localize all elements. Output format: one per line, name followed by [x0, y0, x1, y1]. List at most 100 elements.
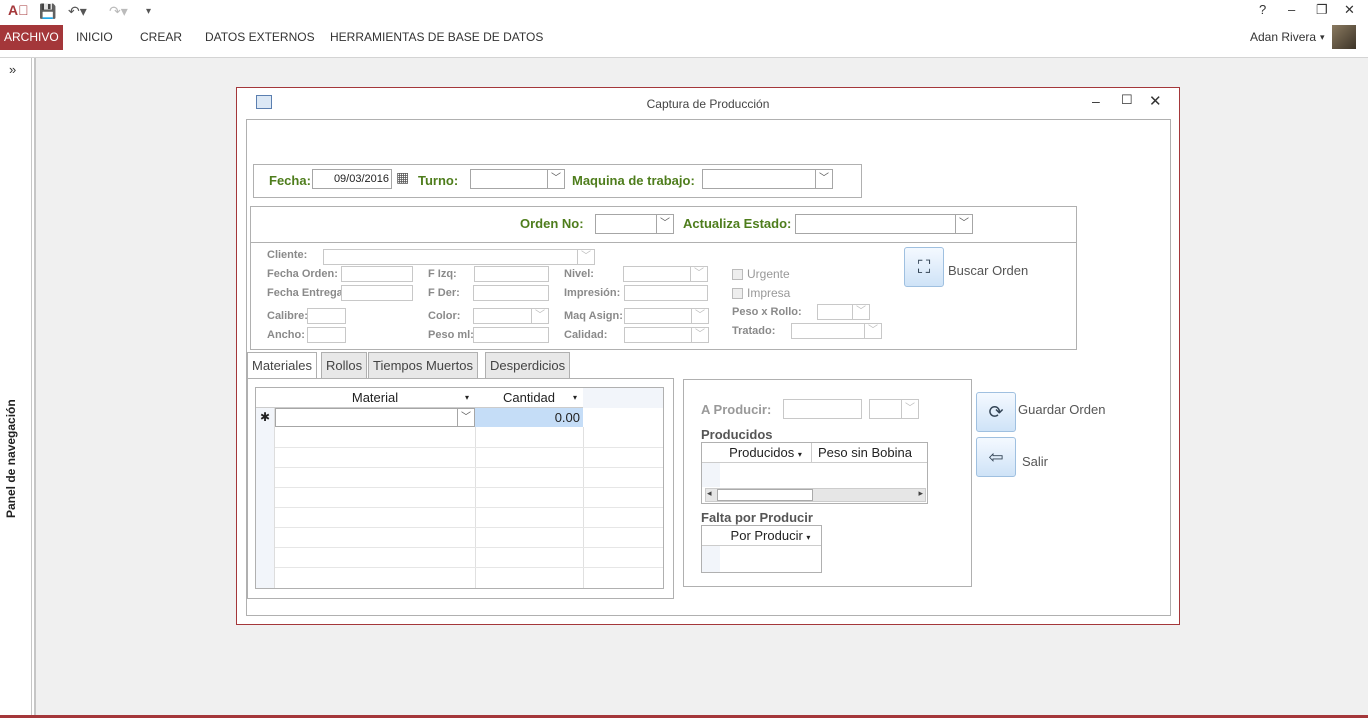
chevron-down-icon[interactable]: ﹀: [690, 267, 707, 281]
nivel-combo[interactable]: ﹀: [623, 266, 708, 282]
row-selectors[interactable]: [256, 408, 275, 588]
tab-desperdicios[interactable]: Desperdicios: [485, 352, 571, 379]
buscar-orden-label[interactable]: Buscar Orden: [948, 263, 1028, 278]
tratado-label: Tratado:: [732, 325, 776, 337]
buscar-orden-button[interactable]: ⛶: [904, 247, 944, 287]
chevron-down-icon[interactable]: ﹀: [864, 324, 881, 338]
cantidad-column-header[interactable]: Cantidad ▾: [475, 388, 583, 408]
tab-inicio[interactable]: INICIO: [72, 25, 117, 50]
row-selectors[interactable]: [702, 463, 720, 487]
cliente-combo[interactable]: ﹀: [323, 249, 595, 265]
chevron-down-icon[interactable]: ﹀: [457, 409, 474, 426]
impresa-checkbox[interactable]: [732, 288, 743, 299]
ancho-field[interactable]: [307, 327, 346, 343]
filter-arrow-icon[interactable]: ▾: [573, 388, 577, 408]
filter-arrow-icon[interactable]: ▾: [798, 450, 802, 459]
grid-corner[interactable]: [702, 526, 720, 546]
tratado-combo[interactable]: ﹀: [791, 323, 882, 339]
user-name[interactable]: Adan Rivera: [1246, 25, 1320, 50]
expand-nav-icon[interactable]: »: [9, 62, 16, 77]
cantidad-column-label: Cantidad: [502, 390, 556, 405]
maqasign-combo[interactable]: ﹀: [624, 308, 709, 324]
fecha-orden-field[interactable]: [341, 266, 413, 282]
close-button[interactable]: ✕: [1344, 2, 1355, 18]
fecha-entrega-field[interactable]: [341, 285, 413, 301]
chevron-down-icon[interactable]: ﹀: [547, 170, 564, 188]
tab-archivo[interactable]: ARCHIVO: [0, 25, 63, 50]
color-label: Color:: [428, 310, 461, 322]
salir-label[interactable]: Salir: [1022, 454, 1048, 469]
navigation-pane[interactable]: » Panel de navegación: [0, 58, 32, 716]
guardar-orden-label[interactable]: Guardar Orden: [1018, 402, 1105, 417]
grid-corner[interactable]: [256, 388, 275, 408]
avatar[interactable]: [1332, 25, 1356, 49]
por-producir-grid[interactable]: Por Producir ▾: [701, 525, 822, 573]
tab-materiales[interactable]: Materiales: [247, 352, 317, 379]
scroll-right-icon[interactable]: ▸: [918, 488, 923, 499]
producidos-column-header[interactable]: Producidos ▾: [720, 443, 812, 463]
help-button[interactable]: ?: [1259, 2, 1266, 17]
cantidad-cell[interactable]: 0.00: [475, 408, 583, 427]
undo-icon[interactable]: ↶▾: [68, 3, 87, 20]
chevron-down-icon[interactable]: ﹀: [691, 309, 708, 323]
pesorollo-combo[interactable]: ﹀: [817, 304, 870, 320]
scroll-left-icon[interactable]: ◂: [707, 488, 712, 499]
grid-line: [275, 567, 663, 568]
row-selectors[interactable]: [702, 546, 720, 572]
turno-combo[interactable]: ﹀: [470, 169, 565, 189]
salir-button[interactable]: ⇦: [976, 437, 1016, 477]
actualiza-combo[interactable]: ﹀: [795, 214, 973, 234]
chevron-down-icon[interactable]: ﹀: [577, 250, 594, 264]
orden-combo[interactable]: ﹀: [595, 214, 674, 234]
chevron-down-icon[interactable]: ﹀: [815, 170, 832, 188]
tab-rollos[interactable]: Rollos: [321, 352, 368, 379]
chevron-down-icon[interactable]: ﹀: [656, 215, 673, 233]
guardar-orden-button[interactable]: ⟳: [976, 392, 1016, 432]
save-icon[interactable]: 💾: [39, 3, 56, 20]
tab-tiempos-muertos[interactable]: Tiempos Muertos: [368, 352, 478, 379]
material-column-header[interactable]: Material ▾: [275, 388, 475, 408]
producidos-column-label: Producidos: [729, 445, 795, 460]
scrollbar-thumb[interactable]: [717, 489, 813, 501]
calendar-icon[interactable]: ▦: [396, 169, 409, 186]
a-producir-field[interactable]: [783, 399, 862, 419]
chevron-down-icon[interactable]: ﹀: [955, 215, 972, 233]
material-combo[interactable]: ﹀: [275, 408, 475, 427]
chevron-down-icon[interactable]: ﹀: [852, 305, 869, 319]
customize-qat-icon[interactable]: ▾: [146, 6, 151, 17]
por-producir-column-header[interactable]: Por Producir ▾: [720, 526, 821, 546]
chevron-down-icon[interactable]: ﹀: [901, 400, 918, 418]
grid-line: [275, 487, 663, 488]
producidos-grid[interactable]: Producidos ▾ Peso sin Bobina ◂ ▸: [701, 442, 928, 504]
user-dropdown-icon[interactable]: ▾: [1316, 25, 1329, 50]
fder-field[interactable]: [473, 285, 549, 301]
fecha-input[interactable]: 09/03/2016: [312, 169, 392, 189]
unidad-combo[interactable]: ﹀: [869, 399, 919, 419]
filter-arrow-icon[interactable]: ▾: [465, 388, 469, 408]
impresion-field[interactable]: [624, 285, 708, 301]
redo-icon[interactable]: ↷▾: [109, 3, 128, 20]
tab-datos-externos[interactable]: DATOS EXTERNOS: [201, 25, 319, 50]
minimize-button[interactable]: –: [1288, 2, 1295, 17]
fizq-field[interactable]: [474, 266, 549, 282]
chevron-down-icon[interactable]: ﹀: [531, 309, 548, 323]
horizontal-scrollbar[interactable]: ◂ ▸: [705, 488, 926, 502]
tab-crear[interactable]: CREAR: [136, 25, 186, 50]
color-combo[interactable]: ﹀: [473, 308, 549, 324]
grid-corner[interactable]: [702, 443, 720, 463]
urgente-checkbox[interactable]: [732, 269, 743, 280]
materiales-grid[interactable]: Material ▾ Cantidad ▾ ✱ ﹀ 0.00: [255, 387, 664, 589]
chevron-down-icon[interactable]: ﹀: [691, 328, 708, 342]
form-minimize-button[interactable]: –: [1092, 93, 1100, 109]
fecha-value: 09/03/2016: [333, 173, 389, 185]
peso-column-header[interactable]: Peso sin Bobina: [812, 443, 927, 463]
form-close-button[interactable]: ✕: [1149, 92, 1162, 110]
form-maximize-button[interactable]: ☐: [1121, 92, 1133, 108]
pesoml-field[interactable]: [473, 327, 549, 343]
calibre-field[interactable]: [307, 308, 346, 324]
tab-herramientas[interactable]: HERRAMIENTAS DE BASE DE DATOS: [326, 25, 547, 50]
maquina-combo[interactable]: ﹀: [702, 169, 833, 189]
filter-arrow-icon[interactable]: ▾: [806, 533, 810, 542]
restore-button[interactable]: ❐: [1316, 2, 1328, 18]
calidad-combo[interactable]: ﹀: [624, 327, 709, 343]
